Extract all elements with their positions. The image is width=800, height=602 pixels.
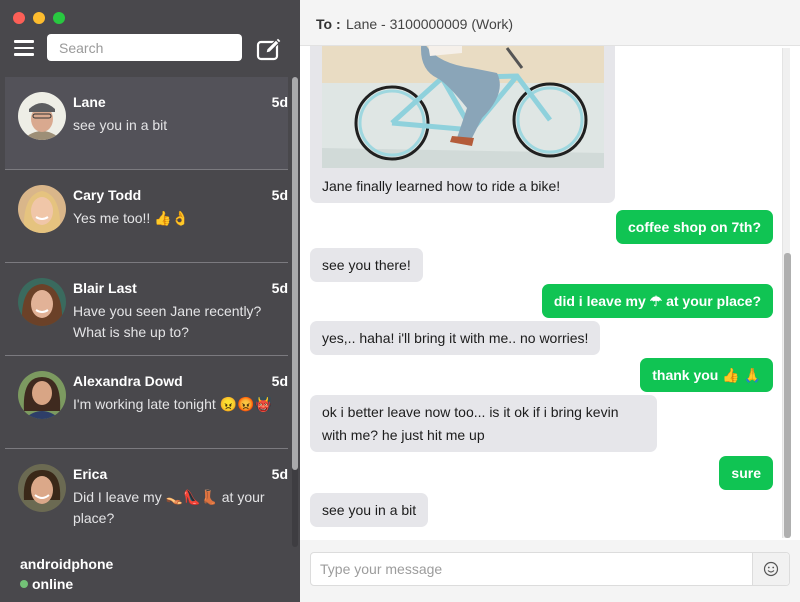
message-composer [310,552,790,586]
message-thread: Jane finally learned how to ride a bike!… [300,46,800,540]
chat-header: To : Lane - 3100000009 (Work) [300,0,800,46]
sidebar-toolbar [0,34,300,62]
outgoing-message: coffee shop on 7th? [616,210,773,244]
minimize-window-button[interactable] [33,12,45,24]
conversation-preview: Have you seen Jane recently? What is she… [73,303,262,340]
compose-icon[interactable] [256,36,284,62]
incoming-message: Jane finally learned how to ride a bike! [310,46,615,203]
conversation-item-erica[interactable]: Erica 5d Did I leave my 👡👠👢 at your plac… [5,449,288,540]
status-text: online [32,576,74,592]
conversation-item-blair-last[interactable]: Blair Last 5d Have you seen Jane recentl… [5,263,288,356]
conversation-name: Erica [73,466,108,482]
conversation-list: Lane 5d see you in a bit Cary Todd 5d Ye… [5,77,288,540]
erica-avatar [18,464,66,512]
conversation-time: 5d [271,466,288,482]
message-text: did i leave my ☂ at your place? [553,293,761,309]
conversation-name: Alexandra Dowd [73,373,183,389]
conversation-preview: Did I leave my 👡👠👢 at your place? [73,489,265,526]
chat-panel: To : Lane - 3100000009 (Work) Jane final… [300,0,800,602]
recipient-label: To : [316,16,341,32]
alexandra-dowd-avatar [18,371,66,419]
message-text: coffee shop on 7th? [628,219,761,235]
window-controls [13,12,65,24]
outgoing-message: thank you 👍 🙏 [640,358,773,392]
conversation-preview: see you in a bit [73,117,168,133]
conversation-time: 5d [271,187,288,203]
incoming-message: ok i better leave now too... is it ok if… [310,395,657,452]
blair-last-avatar [18,278,66,326]
message-input[interactable] [311,553,753,585]
thread-scrollbar-thumb[interactable] [784,253,791,538]
sidebar: Lane 5d see you in a bit Cary Todd 5d Ye… [0,0,300,602]
hamburger-icon[interactable] [14,40,34,56]
close-window-button[interactable] [13,12,25,24]
sidebar-scrollbar[interactable] [292,77,298,547]
zoom-window-button[interactable] [53,12,65,24]
device-name: androidphone [20,556,114,572]
online-indicator-icon [20,580,28,588]
conversation-name: Blair Last [73,280,137,296]
conversation-time: 5d [271,280,288,296]
conversation-item-lane[interactable]: Lane 5d see you in a bit [5,77,288,170]
message-text: thank you 👍 🙏 [652,367,761,383]
outgoing-message: sure [719,456,773,490]
cary-todd-avatar [18,185,66,233]
outgoing-message: did i leave my ☂ at your place? [541,284,773,318]
message-text: Jane finally learned how to ride a bike! [322,178,561,194]
conversation-item-alexandra-dowd[interactable]: Alexandra Dowd 5d I'm working late tonig… [5,356,288,449]
lane-avatar [18,92,66,140]
incoming-message: see you in a bit [310,493,429,527]
message-text: yes,.. haha! i'll bring it with me.. no … [322,330,589,346]
message-text: sure [731,465,761,481]
conversation-preview: Yes me too!! 👍👌 [73,210,190,226]
message-text: ok i better leave now too... is it ok if… [322,404,619,443]
sidebar-scrollbar-thumb[interactable] [292,77,298,470]
account-status: androidphone online [20,556,113,592]
conversation-time: 5d [271,94,288,110]
smiley-icon[interactable] [752,553,789,585]
message-text: see you there! [322,257,411,273]
conversation-name: Lane [73,94,106,110]
thread-scrollbar[interactable] [782,48,791,538]
search-input[interactable] [47,34,242,61]
incoming-message: yes,.. haha! i'll bring it with me.. no … [310,321,601,355]
conversation-preview: I'm working late tonight 😠😡👹 [73,396,272,412]
conversation-time: 5d [271,373,288,389]
conversation-name: Cary Todd [73,187,142,203]
recipient-value[interactable]: Lane - 3100000009 (Work) [346,16,513,32]
incoming-message: see you there! [310,248,423,282]
girl-riding-bike-photo[interactable] [322,46,604,168]
conversation-item-cary-todd[interactable]: Cary Todd 5d Yes me too!! 👍👌 [5,170,288,263]
message-text: see you in a bit [322,502,417,518]
